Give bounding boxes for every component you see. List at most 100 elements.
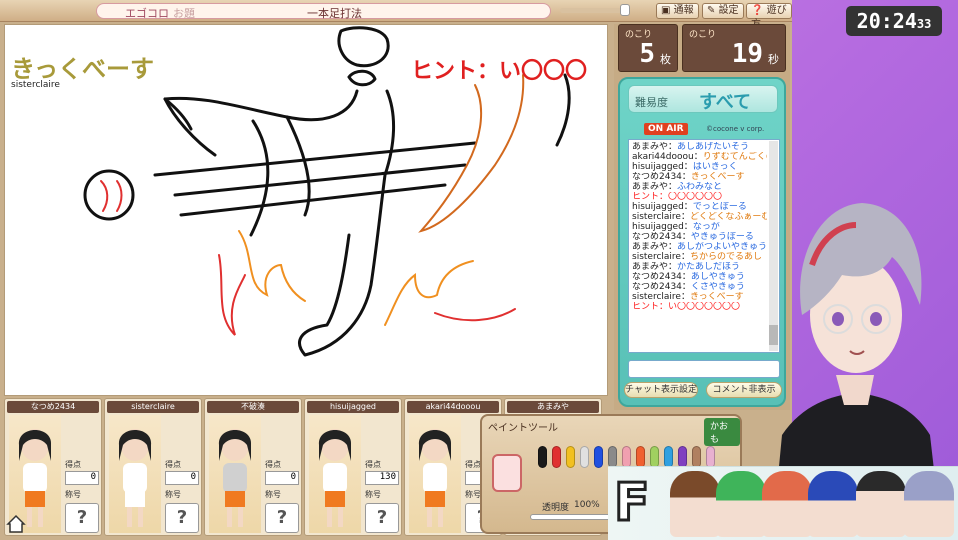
opacity-slider[interactable] [530, 514, 620, 520]
player-avatar-figure [118, 429, 152, 527]
player-card[interactable]: 不破湊 得点 0 称号 ? [204, 398, 302, 536]
banner-face-2 [716, 471, 766, 537]
chat-display-settings-button[interactable]: チャット表示設定 [624, 382, 698, 398]
banner-face-5 [856, 471, 906, 537]
pen-color-icon[interactable] [622, 446, 631, 468]
chat-line: なつめ2434：くさやきゅう [632, 282, 767, 292]
chat-separator: ： [693, 152, 703, 162]
score-label: 得点 [265, 460, 281, 469]
drawing-canvas[interactable]: きっくべーす sisterclaire ヒント：い〇〇〇 [4, 24, 608, 396]
copyright-text: ©cocone v corp. [706, 125, 765, 133]
chat-user: あまみや [632, 142, 669, 152]
chat-message: くさやきゅう [690, 282, 745, 292]
chat-user: なつめ2434 [632, 232, 682, 242]
chat-line: hisuijagged：なっが [632, 222, 767, 232]
home-icon[interactable] [6, 514, 26, 534]
banner-face-6 [904, 471, 954, 537]
chat-message: でっとぼーる [692, 202, 747, 212]
chat-separator: ： [681, 282, 691, 292]
score-label: 得点 [65, 460, 81, 469]
hint-text: ヒント：い〇〇〇 [411, 59, 588, 84]
chat-separator: ： [668, 182, 678, 192]
difficulty-selector[interactable]: 難易度 すべて [628, 85, 778, 113]
score-value: 0 [265, 471, 299, 485]
game-window: エゴコロ お題 一本足打法 ▣ 通報 ✎ 設定 ❓ 遊び方 [0, 0, 792, 540]
chat-separator: ： [680, 252, 690, 262]
chat-user: なつめ2434 [632, 282, 682, 292]
player-name: akari44dooou [407, 401, 499, 413]
chat-line: sisterclaire：きっくべーす [632, 292, 767, 302]
chat-separator: ： [680, 292, 690, 302]
chat-user: akari44dooou [632, 152, 694, 162]
player-name: なつめ2434 [7, 401, 99, 413]
pen-color-icon[interactable] [678, 446, 687, 468]
chat-user: hisuijagged [632, 222, 684, 232]
chat-line: ヒント：〇〇〇〇〇〇 [632, 192, 767, 202]
chat-line: ヒント：い〇〇〇〇〇〇〇 [632, 302, 767, 312]
settings-label: 設定 [718, 5, 739, 16]
title-question-mark: ? [265, 503, 299, 533]
chat-message: きっくべーす [690, 172, 745, 182]
remaining-cards-value: 5 [639, 39, 655, 69]
opacity-label: 透明度 [542, 503, 570, 513]
pen-color-icon[interactable] [650, 446, 659, 468]
pen-color-icon[interactable] [566, 446, 575, 468]
pen-color-icon[interactable] [594, 446, 603, 468]
chat-user: sisterclaire [632, 292, 681, 302]
chat-user: sisterclaire [632, 252, 681, 262]
report-button[interactable]: ▣ 通報 [656, 3, 699, 19]
score-value: 0 [65, 471, 99, 485]
remaining-time-label: のこり [689, 30, 717, 40]
chat-line: なつめ2434：あしやきゅう [632, 272, 767, 282]
chat-line: なつめ2434：きっくべーす [632, 172, 767, 182]
score-label: 得点 [165, 460, 181, 469]
remaining-cards: のこり 5 枚 [618, 24, 678, 72]
player-avatar [109, 415, 161, 533]
pen-color-icon[interactable] [692, 446, 701, 468]
volume-slider[interactable] [560, 4, 630, 16]
player-avatar-figure [418, 429, 452, 527]
player-name: あまみや [507, 401, 599, 413]
pen-color-icon[interactable] [636, 446, 645, 468]
banner-face-4 [808, 471, 858, 537]
volume-knob[interactable] [620, 4, 630, 16]
kaomo-button[interactable]: かおも [704, 418, 740, 446]
score-label: 得点 [465, 460, 481, 469]
player-name: 不破湊 [207, 401, 299, 413]
player-card[interactable]: hisuijagged 得点 130 称号 ? [304, 398, 402, 536]
pen-color-icon[interactable] [608, 446, 617, 468]
chat-message: なっが [692, 222, 720, 232]
stream-clock: 20:2433 [846, 6, 942, 36]
title-label: 称号 [165, 490, 181, 499]
difficulty-label: 難易度 [635, 96, 668, 109]
title-label: 称号 [265, 490, 281, 499]
pen-color-icon[interactable] [538, 446, 547, 468]
chat-user: あまみや [632, 182, 669, 192]
remaining-cards-unit: 枚 [660, 53, 671, 66]
player-card[interactable]: sisterclaire 得点 0 称号 ? [104, 398, 202, 536]
pen-color-icon[interactable] [664, 446, 673, 468]
chat-user: あまみや [632, 242, 669, 252]
pen-color-icon[interactable] [552, 446, 561, 468]
clock-time: 20:24 [856, 9, 917, 33]
report-label: 通報 [673, 5, 694, 16]
top-bar: エゴコロ お題 一本足打法 ▣ 通報 ✎ 設定 ❓ 遊び方 [0, 0, 792, 30]
pen-color-icon[interactable] [580, 446, 589, 468]
chat-separator: ： [683, 162, 693, 172]
chat-line: あまみや：あしがつよいやきゅう [632, 242, 767, 252]
drawer-name: sisterclaire [11, 80, 60, 90]
settings-button[interactable]: ✎ 設定 [702, 3, 744, 19]
eraser-icon[interactable] [492, 454, 522, 492]
howto-button[interactable]: ❓ 遊び方 [746, 3, 792, 30]
answer-word: きっくべーす [11, 55, 155, 83]
chat-line: hisuijagged：でっとぼーる [632, 202, 767, 212]
remaining-time-value: 19 [731, 39, 763, 69]
tab-odai[interactable]: お題 [173, 5, 195, 21]
title-label: 称号 [365, 490, 381, 499]
pen-color-icon[interactable] [706, 446, 715, 468]
chat-line: akari44dooou：りずむてんごくのぼーるけるやつ [632, 152, 767, 162]
chat-separator: ： [681, 232, 691, 242]
chat-separator: ： [668, 142, 678, 152]
chat-lines: あまみや：あしあげたいそうakari44dooou：りずむてんごくのぼーるけるや… [632, 142, 767, 312]
tab-egokoro[interactable]: エゴコロ [125, 5, 169, 21]
